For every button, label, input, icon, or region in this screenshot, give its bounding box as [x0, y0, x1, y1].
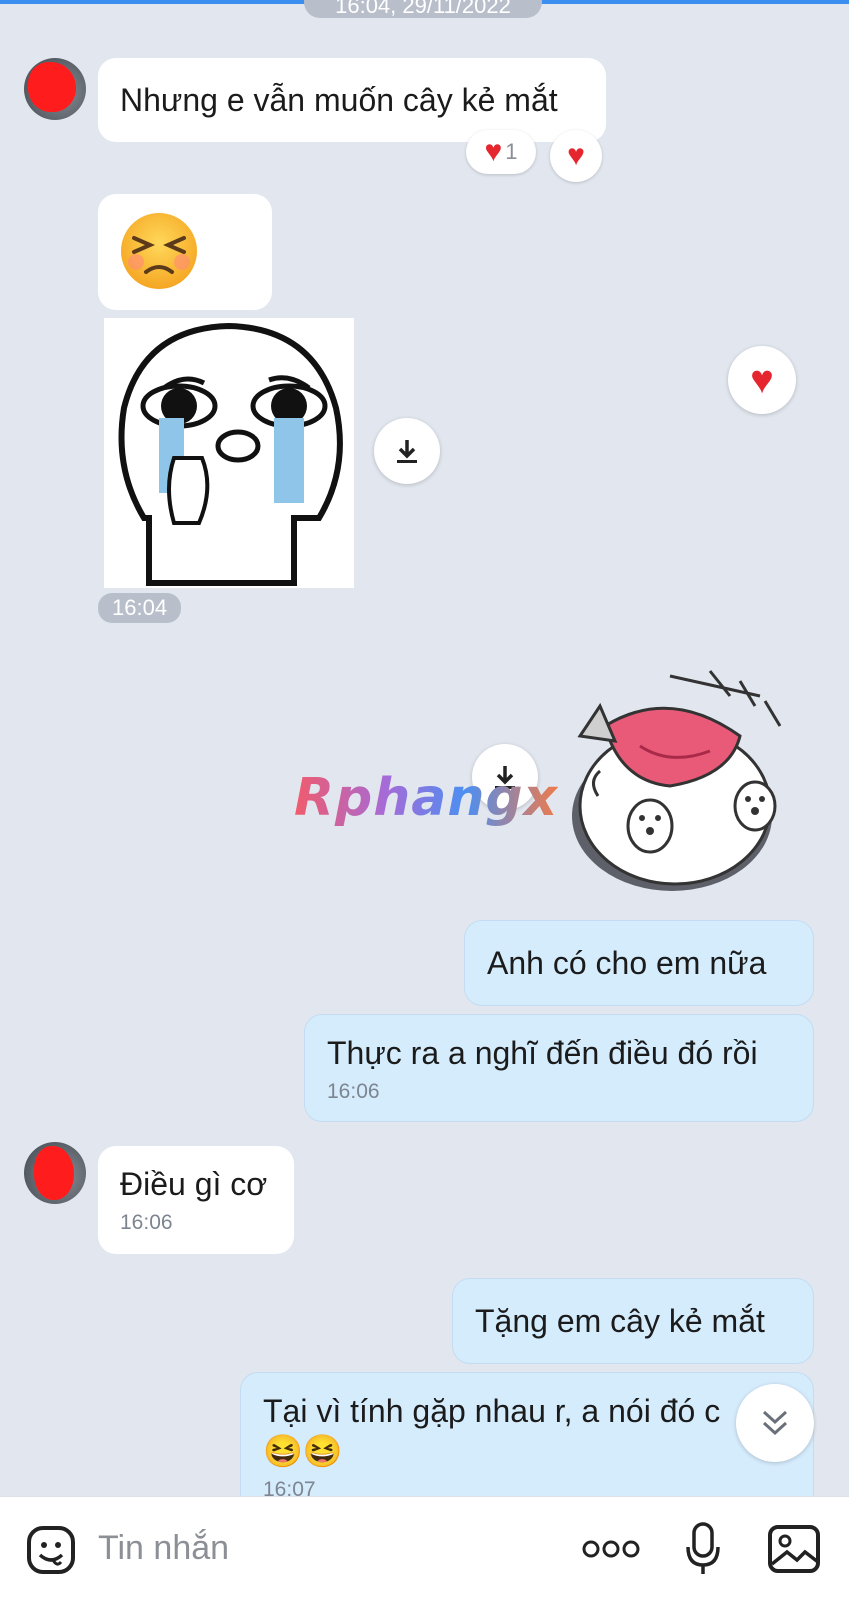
message-bubble[interactable]: Tặng em cây kẻ mắt: [452, 1278, 814, 1364]
composer-bar: Tin nhắn: [0, 1496, 849, 1601]
message-emojis: 😆😆: [263, 1433, 343, 1469]
message-time: 16:06: [120, 1211, 173, 1234]
message-time: 16:04: [98, 593, 182, 623]
microphone-icon[interactable]: [680, 1519, 726, 1579]
heart-icon: ♥: [567, 139, 585, 172]
message-text: Nhưng e vẫn muốn cây kẻ mắt: [120, 82, 558, 118]
cat-laughing-sticker[interactable]: [560, 666, 800, 906]
more-icon[interactable]: [580, 1529, 642, 1569]
message-text: Tặng em cây kẻ mắt: [475, 1303, 765, 1339]
date-divider: 16:04, 29/11/2022: [304, 0, 542, 18]
sticker-icon[interactable]: [24, 1523, 78, 1577]
message-text: Điều gì cơ: [120, 1166, 268, 1202]
message-input[interactable]: Tin nhắn: [98, 1529, 229, 1568]
message-bubble[interactable]: Thực ra a nghĩ đến điều đó rồi 16:06: [304, 1014, 814, 1122]
message-bubble[interactable]: Điều gì cơ 16:06: [98, 1146, 294, 1254]
heart-icon: ♥: [484, 135, 503, 168]
message-bubble[interactable]: Tại vì tính gặp nhau r, a nói đó c 😆😆 16…: [240, 1372, 814, 1512]
crying-sticker[interactable]: [104, 318, 354, 588]
scroll-to-bottom-button[interactable]: [736, 1384, 814, 1462]
message-bubble[interactable]: Anh có cho em nữa: [464, 920, 814, 1006]
react-heart-button[interactable]: ♥: [550, 130, 602, 182]
avatar[interactable]: [24, 58, 86, 120]
watermark: Rphangx: [294, 768, 559, 828]
message-bubble-emoji[interactable]: [98, 194, 272, 310]
reaction-count-value: 1: [505, 139, 518, 164]
download-icon: [397, 440, 417, 463]
message-time: 16:06: [327, 1080, 380, 1103]
message-text: Thực ra a nghĩ đến điều đó rồi: [327, 1035, 758, 1071]
react-heart-button[interactable]: ♥: [728, 346, 796, 414]
message-text: Anh có cho em nữa: [487, 945, 767, 981]
message-text: Tại vì tính gặp nhau r, a nói đó c: [263, 1393, 721, 1429]
avatar[interactable]: [24, 1142, 86, 1204]
image-icon[interactable]: [766, 1523, 822, 1575]
persevering-face-icon: [121, 213, 197, 289]
message-bubble[interactable]: Nhưng e vẫn muốn cây kẻ mắt: [98, 58, 606, 142]
download-button[interactable]: [374, 418, 440, 484]
reaction-count[interactable]: ♥ 1: [466, 130, 536, 174]
heart-icon: ♥: [750, 358, 774, 402]
chevron-double-down-icon: [762, 1410, 788, 1436]
